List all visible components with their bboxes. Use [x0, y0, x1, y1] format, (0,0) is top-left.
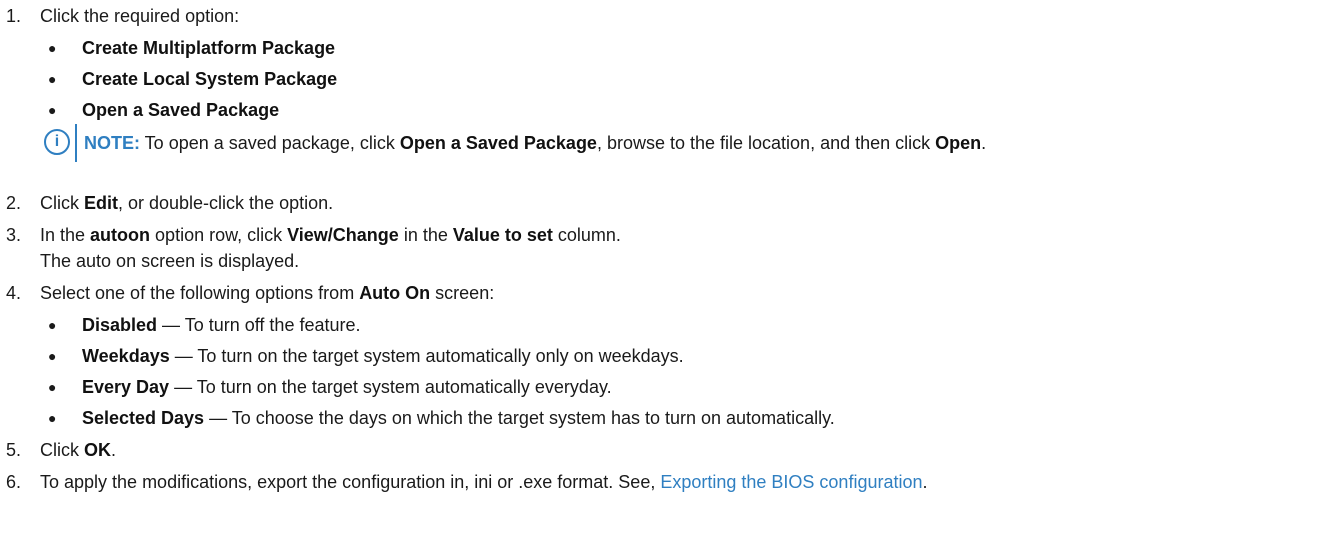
step-number: 2. — [6, 193, 22, 213]
option-label: Create Multiplatform Package — [82, 38, 336, 58]
step-number: 1. — [6, 6, 22, 26]
step-text: Click the required option: — [40, 6, 240, 26]
option-label: Open a Saved Package — [82, 100, 280, 120]
bullet-icon: ● — [48, 410, 57, 426]
step-text: Click Edit, or double-click the option. — [40, 193, 334, 213]
bullet-icon: ● — [48, 348, 57, 364]
bullet-icon: ● — [48, 102, 57, 118]
bullet-icon: ● — [48, 317, 57, 333]
step-text: Select one of the following options from… — [40, 283, 495, 303]
bullet-icon: ● — [48, 71, 57, 87]
info-icon: i — [44, 129, 70, 155]
step-text: To apply the modifications, export the c… — [40, 472, 928, 492]
option-text: Disabled — To turn off the feature. — [82, 315, 361, 335]
step-number: 4. — [6, 283, 22, 303]
exporting-bios-configuration-link[interactable]: Exporting the BIOS configuration — [660, 472, 922, 492]
note-text: NOTE: To open a saved package, click Ope… — [84, 133, 987, 153]
option-label: Create Local System Package — [82, 69, 338, 89]
note-divider — [75, 124, 77, 162]
bullet-icon: ● — [48, 379, 57, 395]
option-text: Every Day — To turn on the target system… — [82, 377, 612, 397]
option-text: Selected Days — To choose the days on wh… — [82, 408, 835, 428]
step-text: In the autoon option row, click View/Cha… — [40, 225, 621, 245]
step-number: 3. — [6, 225, 22, 245]
step-number: 6. — [6, 472, 22, 492]
step-number: 5. — [6, 440, 22, 460]
option-text: Weekdays — To turn on the target system … — [82, 346, 684, 366]
step-text: Click OK. — [40, 440, 117, 460]
bullet-icon: ● — [48, 40, 57, 56]
step-result-text: The auto on screen is displayed. — [40, 251, 300, 271]
document-page: 1. Click the required option: ● Create M… — [0, 0, 1332, 560]
